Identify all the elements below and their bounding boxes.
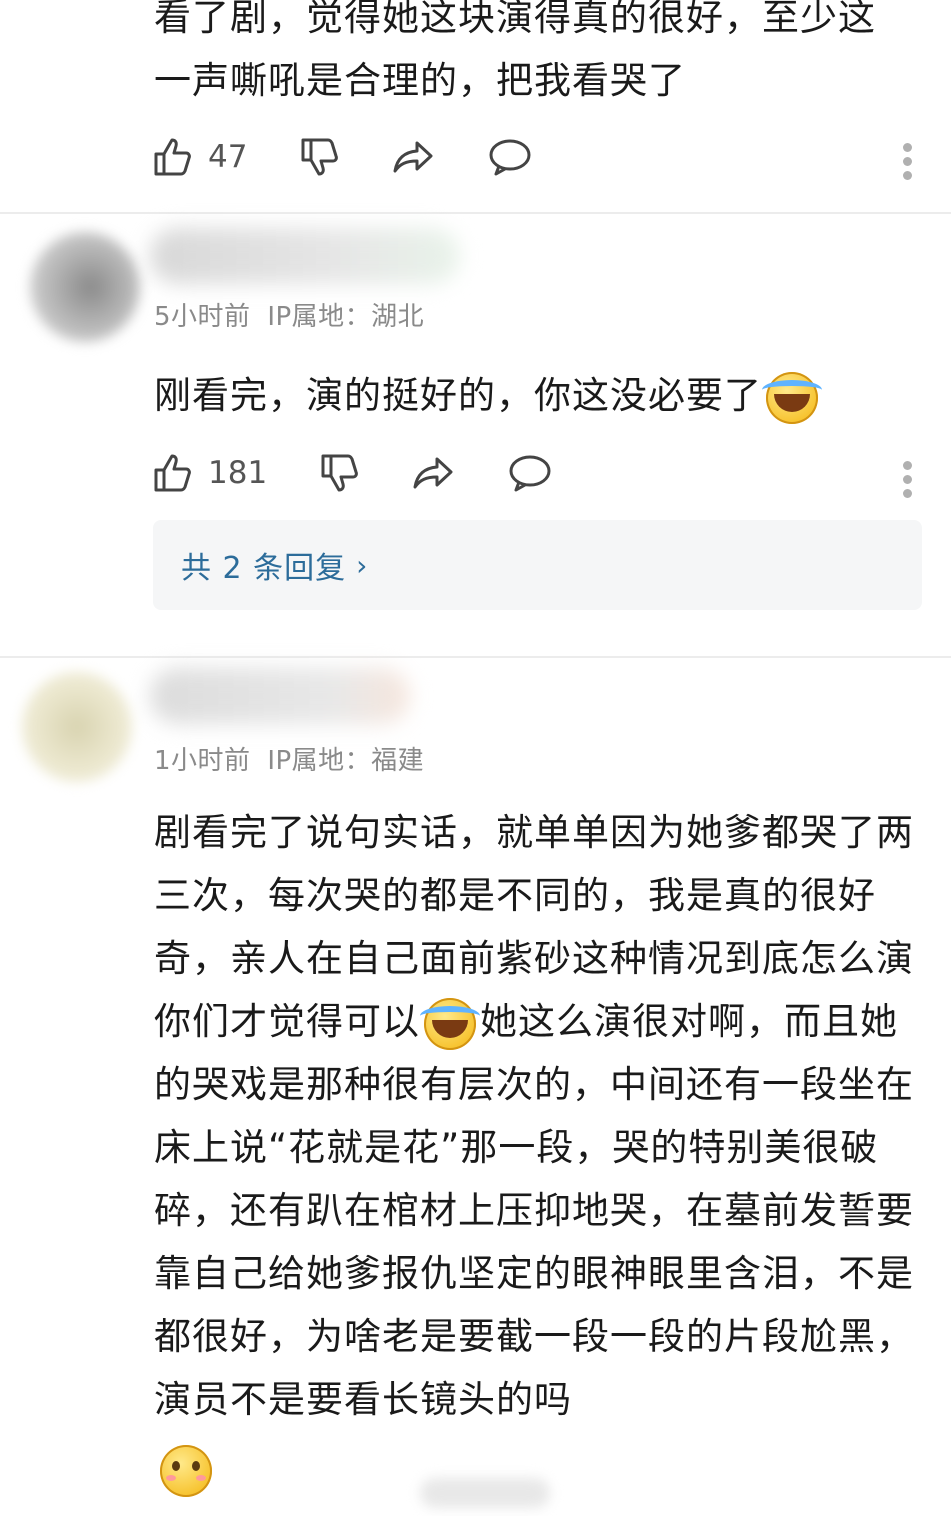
avatar[interactable] <box>22 672 132 782</box>
dislike-button[interactable] <box>297 135 341 179</box>
like-count: 181 <box>208 455 268 491</box>
reply-button[interactable] <box>507 451 553 495</box>
thumbs-up-icon <box>154 138 191 176</box>
thumbs-down-icon <box>301 138 339 176</box>
comment-meta: 1小时前 IP属地：福建 <box>154 740 424 777</box>
thumbs-down-icon <box>321 454 359 492</box>
username-blurred[interactable] <box>150 228 460 284</box>
comment-3-text-part2: 她这么演很对啊，而且她的哭戏是那种很有层次的，中间还有一段坐在床上说“花就是花”… <box>154 1000 914 1421</box>
comment-2-actions: 181 <box>150 446 553 500</box>
chevron-right-icon: › <box>356 548 368 582</box>
dislike-button[interactable] <box>317 451 361 495</box>
comment-3-body: 剧看完了说句实话，就单单因为她爹都哭了两三次，每次哭的都是不同的，我是真的很好奇… <box>154 801 914 1500</box>
divider <box>0 656 951 658</box>
comment-bubble-icon <box>489 139 531 176</box>
comment-1-line-2: 一声嘶吼是合理的，把我看哭了 <box>154 59 686 102</box>
replies-expander[interactable]: 共 2 条回复 › <box>153 520 922 610</box>
watermark-blurred <box>420 1478 550 1508</box>
comment-time: 1小时前 <box>154 746 251 776</box>
laugh-cry-emoji <box>762 371 822 424</box>
like-button[interactable]: 181 <box>150 451 267 495</box>
more-vertical-icon[interactable] <box>903 456 913 503</box>
like-count: 47 <box>208 139 248 175</box>
comment-ip: IP属地：湖北 <box>267 302 425 332</box>
comment-1-line-1: 看了剧，觉得她这块演得真的很好，至少这 <box>154 0 876 39</box>
like-button[interactable]: 47 <box>150 135 247 179</box>
comment-meta: 5小时前 IP属地：湖北 <box>154 296 424 333</box>
username-blurred[interactable] <box>150 668 410 724</box>
share-button[interactable] <box>411 451 457 495</box>
replies-count-label: 共 2 条回复 <box>181 551 347 586</box>
share-arrow-icon <box>413 457 453 489</box>
share-button[interactable] <box>391 135 437 179</box>
shy-emoji <box>160 1444 212 1497</box>
reply-button[interactable] <box>487 135 533 179</box>
comment-1-actions: 47 <box>150 130 533 184</box>
avatar[interactable] <box>30 232 140 342</box>
comment-bubble-icon <box>509 455 551 492</box>
comment-ip: IP属地：福建 <box>267 746 425 776</box>
comment-1-body: 看了剧，觉得她这块演得真的很好，至少这 一声嘶吼是合理的，把我看哭了 <box>154 0 914 112</box>
comment-time: 5小时前 <box>154 302 251 332</box>
divider <box>0 212 951 214</box>
comment-2-text: 刚看完，演的挺好的，你这没必要了 <box>154 374 762 417</box>
comment-2-body: 刚看完，演的挺好的，你这没必要了 <box>154 364 914 427</box>
laugh-cry-emoji <box>420 997 480 1050</box>
share-arrow-icon <box>393 141 433 173</box>
thumbs-up-icon <box>154 454 191 492</box>
more-vertical-icon[interactable] <box>903 138 913 185</box>
